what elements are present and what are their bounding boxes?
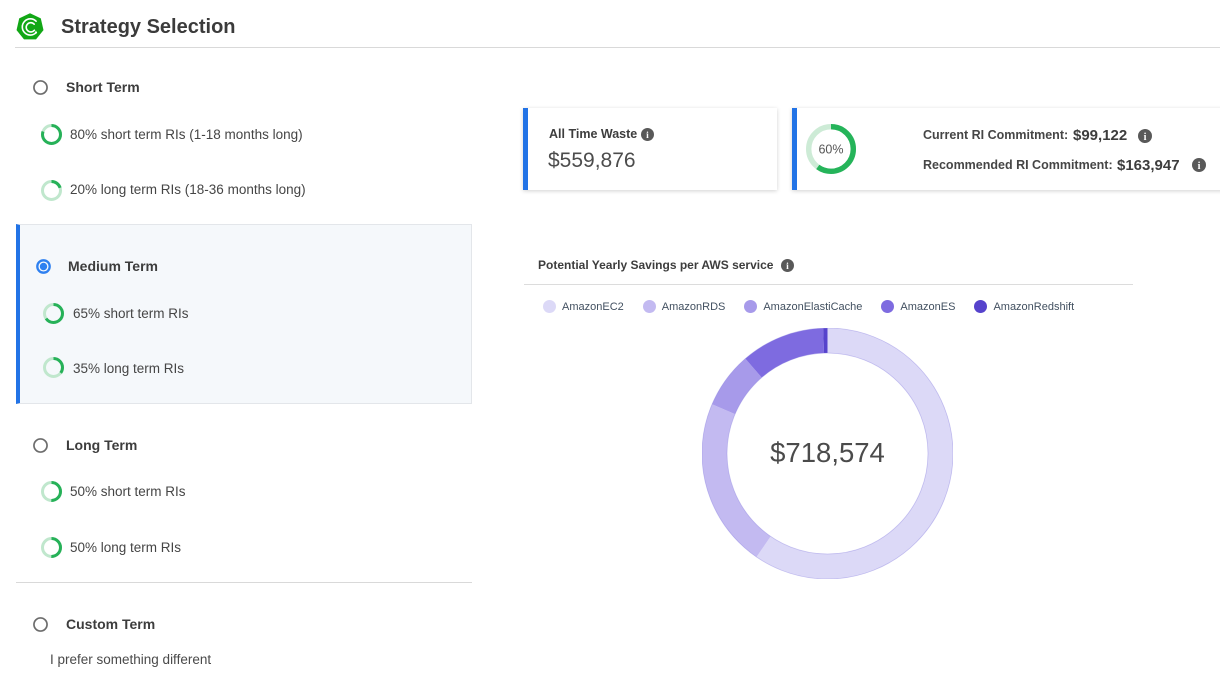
svg-text:i: i bbox=[1144, 132, 1147, 143]
svg-text:i: i bbox=[646, 131, 649, 141]
svg-text:i: i bbox=[786, 262, 789, 272]
svg-text:60%: 60% bbox=[818, 143, 843, 157]
svg-text:i: i bbox=[1198, 161, 1201, 172]
